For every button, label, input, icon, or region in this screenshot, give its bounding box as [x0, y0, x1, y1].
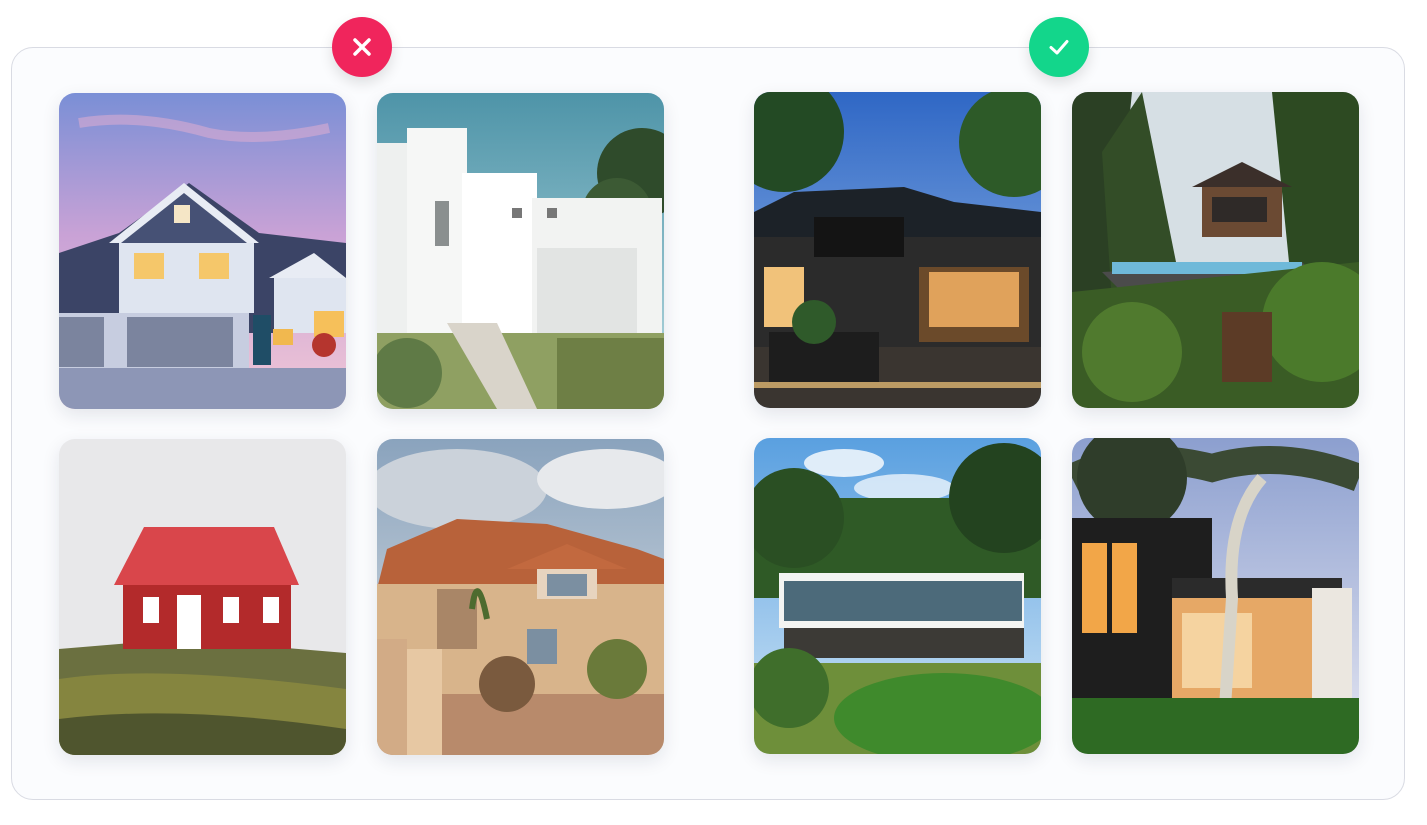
white-modern-house-image [377, 93, 664, 409]
suburban-house-image [59, 93, 346, 409]
forest-treehouse-pool-image [1072, 92, 1359, 408]
close-icon [332, 17, 392, 77]
modern-house-tree-night-image [1072, 438, 1359, 754]
glass-house-forest-image [754, 438, 1041, 754]
red-cabin-image [59, 439, 346, 755]
check-icon [1029, 17, 1089, 77]
mediterranean-villa-image [377, 439, 664, 755]
lit-restaurant-house-image [754, 92, 1041, 408]
